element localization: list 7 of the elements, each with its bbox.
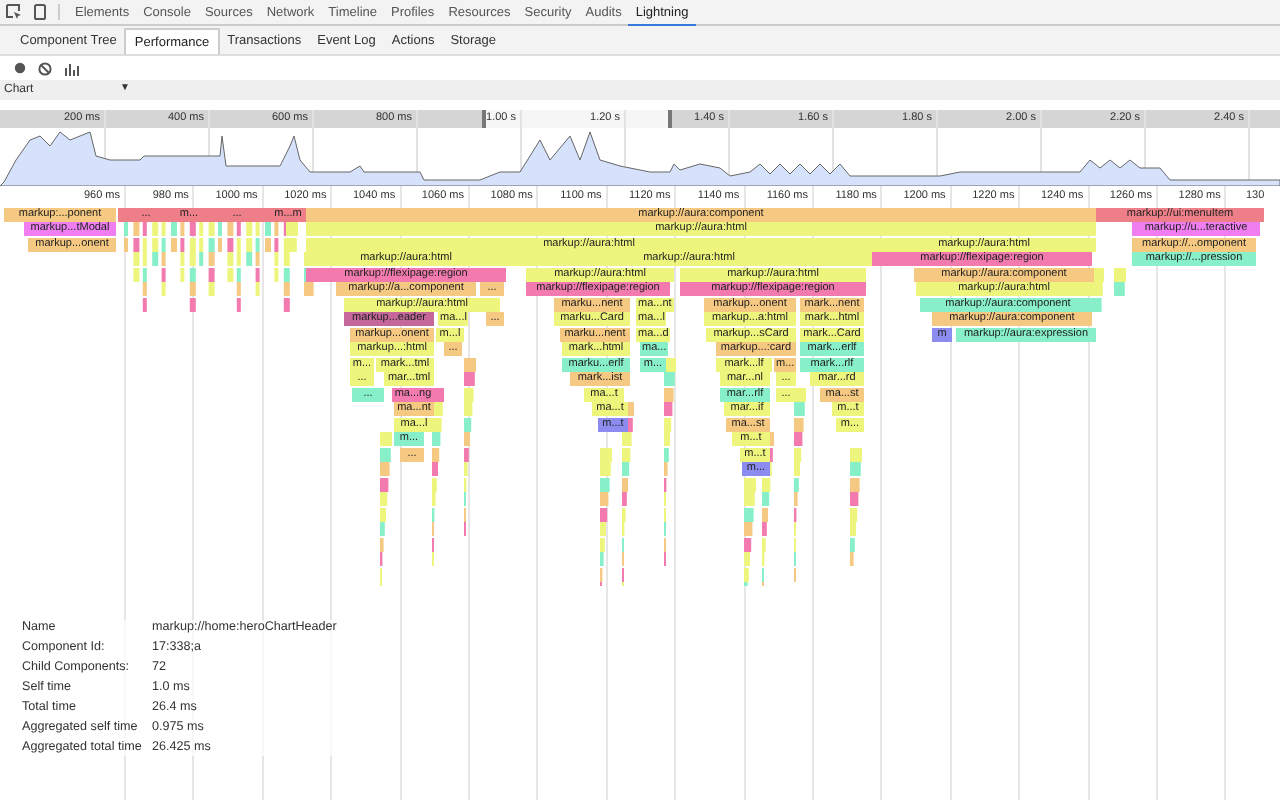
device-icon[interactable]: [34, 4, 46, 20]
clear-icon[interactable]: [38, 61, 52, 75]
record-icon[interactable]: [14, 62, 26, 74]
selection-handle[interactable]: [482, 110, 486, 128]
bar-chart-icon[interactable]: [64, 61, 80, 75]
inspect-icon[interactable]: [6, 4, 22, 20]
selection-handle[interactable]: [668, 110, 672, 128]
